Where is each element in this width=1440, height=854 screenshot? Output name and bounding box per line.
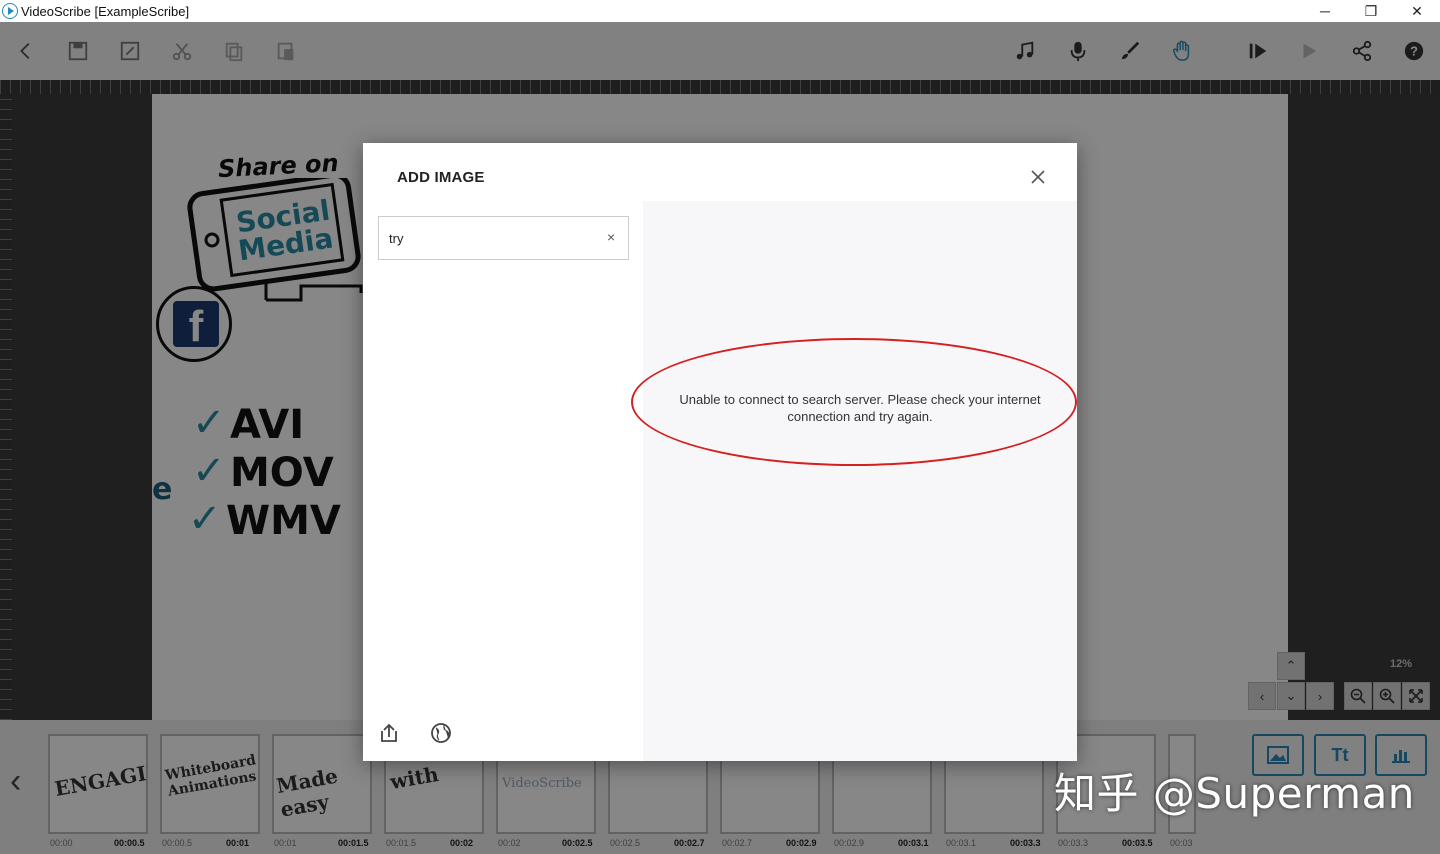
minimize-button[interactable]: ─ bbox=[1302, 0, 1348, 22]
maximize-button[interactable]: ❐ bbox=[1348, 0, 1394, 22]
close-window-button[interactable]: ✕ bbox=[1394, 0, 1440, 22]
window-titlebar: VideoScribe [ExampleScribe] ─ ❐ ✕ bbox=[0, 0, 1440, 22]
search-results-pane: Unable to connect to search server. Plea… bbox=[643, 201, 1077, 761]
window-title: VideoScribe [ExampleScribe] bbox=[21, 3, 190, 19]
dialog-title: ADD IMAGE bbox=[397, 169, 485, 186]
upload-icon[interactable] bbox=[377, 721, 401, 745]
add-image-dialog: ADD IMAGE × Unable to connect to search … bbox=[363, 143, 1077, 761]
clear-search-icon[interactable]: × bbox=[607, 229, 615, 245]
close-icon[interactable] bbox=[1027, 167, 1049, 189]
watermark-text: 知乎 @Superman bbox=[1054, 769, 1415, 818]
videoscribe-app-icon bbox=[2, 3, 18, 19]
globe-icon[interactable] bbox=[429, 721, 453, 745]
error-message: Unable to connect to search server. Plea… bbox=[679, 392, 1041, 424]
image-search-box: × bbox=[378, 216, 629, 260]
image-search-input[interactable] bbox=[389, 227, 589, 249]
